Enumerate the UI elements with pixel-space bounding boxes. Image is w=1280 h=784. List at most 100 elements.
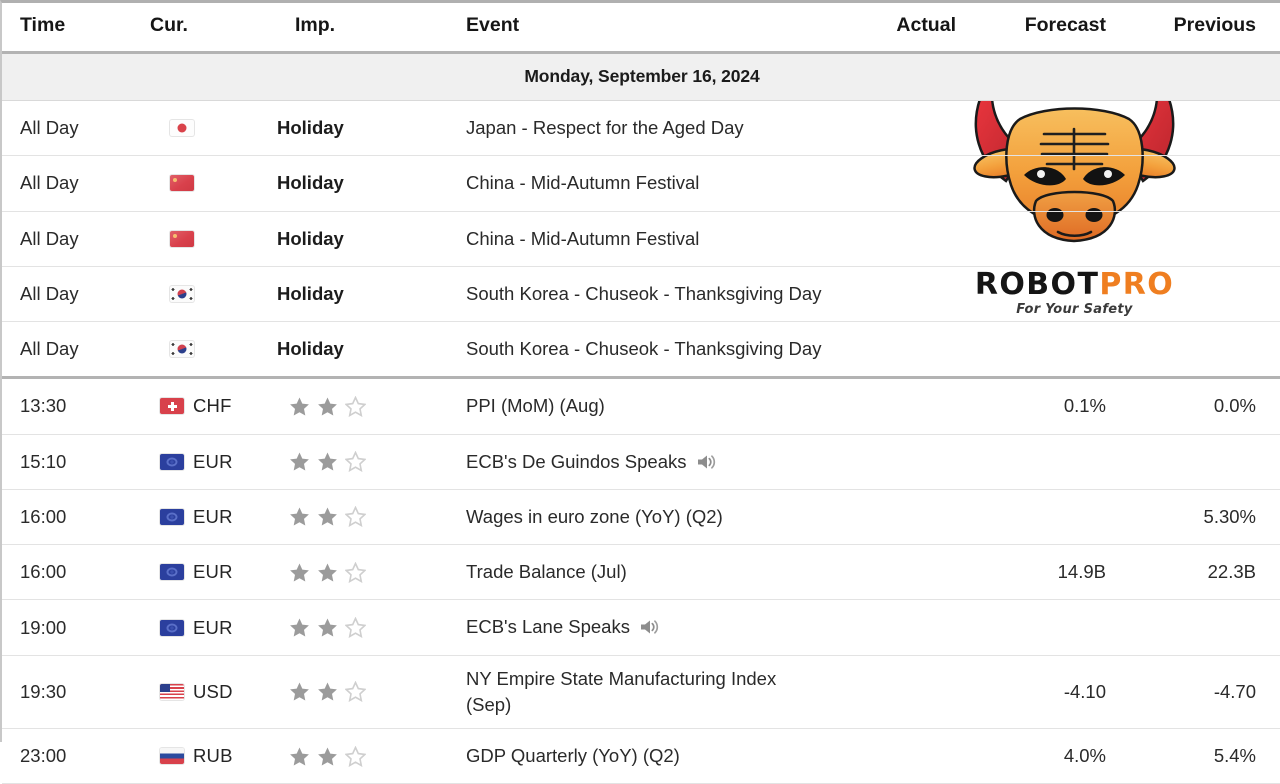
cell-event[interactable]: ECB's Lane Speaks (452, 599, 832, 656)
importance-stars[interactable] (277, 745, 452, 767)
table-row[interactable]: 16:00 EUR Trade Balance (Jul) 14.9B 22.3B (2, 544, 1280, 601)
cell-importance (277, 655, 452, 730)
cell-actual (832, 377, 982, 435)
date-header-label: Monday, September 16, 2024 (2, 52, 1280, 101)
cell-time: 16:00 (2, 489, 132, 546)
column-header-actual[interactable]: Actual (832, 3, 982, 54)
star-filled-icon (290, 507, 309, 526)
cell-importance: Holiday (277, 100, 452, 157)
cell-event[interactable]: South Korea - Chuseok - Thanksgiving Day (452, 321, 832, 380)
cell-previous (1132, 266, 1280, 323)
star-empty-icon (345, 395, 366, 417)
cell-event[interactable]: South Korea - Chuseok - Thanksgiving Day (452, 266, 832, 323)
importance-stars[interactable] (277, 617, 452, 639)
table-row[interactable]: All Day Holiday China - Mid-Autumn Festiva… (2, 155, 1280, 212)
holiday-label: Holiday (277, 338, 344, 360)
cell-time: All Day (2, 155, 132, 212)
importance-stars[interactable] (277, 451, 452, 473)
cell-event[interactable]: GDP Quarterly (YoY) (Q2) (452, 728, 832, 784)
importance-stars[interactable] (277, 681, 452, 703)
star-filled-icon (318, 452, 337, 471)
european-union-flag (160, 564, 184, 581)
header-row: Time Cur. Imp. Event Actual Forecast Pre… (2, 3, 1280, 54)
column-header-currency[interactable]: Cur. (132, 3, 277, 54)
cell-previous (1132, 211, 1280, 267)
cell-event[interactable]: PPI (MoM) (Aug) (452, 377, 832, 435)
cell-actual (832, 544, 982, 601)
column-header-forecast[interactable]: Forecast (982, 3, 1132, 54)
china-flag (170, 230, 194, 247)
cell-time: 19:30 (2, 655, 132, 730)
cell-event[interactable]: NY Empire State Manufacturing Index (Sep… (452, 655, 832, 730)
table-row[interactable]: All Day Holiday Japan - Respect for the Ag… (2, 100, 1280, 157)
cell-actual (832, 599, 982, 656)
table-row[interactable]: All Day Holiday South Korea - Chuseok - Th… (2, 321, 1280, 380)
cell-event[interactable]: Japan - Respect for the Aged Day (452, 100, 832, 157)
star-filled-icon (318, 507, 337, 526)
cell-time: 16:00 (2, 544, 132, 601)
cell-currency: CHF (132, 377, 277, 435)
cell-actual (832, 489, 982, 546)
cell-importance (277, 544, 452, 601)
cell-actual (832, 211, 982, 267)
holiday-label: Holiday (277, 282, 344, 304)
importance-stars[interactable] (277, 395, 452, 417)
table-row[interactable]: 16:00 EUR Wages in euro zone (YoY) (Q2) 5.3… (2, 489, 1280, 546)
cell-importance: Holiday (277, 155, 452, 212)
star-filled-icon (290, 563, 309, 582)
cell-time: 23:00 (2, 728, 132, 784)
cell-event[interactable]: Trade Balance (Jul) (452, 544, 832, 601)
column-header-importance[interactable]: Imp. (277, 3, 452, 54)
cell-event[interactable]: China - Mid-Autumn Festival (452, 155, 832, 212)
cell-previous: 5.4% (1132, 728, 1280, 784)
cell-forecast (982, 489, 1132, 546)
star-filled-icon (318, 397, 337, 416)
table-row[interactable]: All Day Holiday China - Mid-Autumn Festiva… (2, 211, 1280, 267)
cell-event[interactable]: China - Mid-Autumn Festival (452, 211, 832, 267)
table-row[interactable]: 15:10 EUR ECB's De Guindos Speaks (2, 434, 1280, 490)
cell-time: All Day (2, 266, 132, 323)
column-header-time[interactable]: Time (2, 3, 132, 54)
star-empty-icon (345, 561, 366, 583)
cell-previous (1132, 599, 1280, 656)
star-filled-icon (290, 397, 309, 416)
cell-currency: EUR (132, 489, 277, 546)
speaker-icon[interactable] (639, 618, 659, 636)
table-row[interactable]: 19:00 EUR ECB's Lane Speaks (2, 599, 1280, 656)
cell-previous: 0.0% (1132, 377, 1280, 435)
importance-stars[interactable] (277, 506, 452, 528)
column-header-event[interactable]: Event (452, 3, 832, 54)
event-name: ECB's Lane Speaks (466, 616, 630, 638)
cell-forecast (982, 321, 1132, 380)
column-header-previous[interactable]: Previous (1132, 3, 1280, 54)
currency-code: EUR (193, 616, 233, 638)
speaker-icon[interactable] (696, 453, 716, 471)
event-name: NY Empire State Manufacturing Index (Sep… (466, 667, 777, 715)
cell-previous: 22.3B (1132, 544, 1280, 601)
star-filled-icon (290, 682, 309, 701)
table-row[interactable]: 23:00 RUB GDP Quarterly (YoY) (Q2) 4.0% 5.4% (2, 728, 1280, 784)
japan-flag (170, 120, 194, 137)
importance-stars[interactable] (277, 561, 452, 583)
cell-event[interactable]: ECB's De Guindos Speaks (452, 434, 832, 490)
cell-previous (1132, 434, 1280, 490)
cell-previous (1132, 321, 1280, 380)
star-filled-icon (318, 682, 337, 701)
cell-currency: USD (132, 655, 277, 730)
holiday-label: Holiday (277, 117, 344, 139)
cell-importance: Holiday (277, 211, 452, 267)
cell-previous (1132, 155, 1280, 212)
cell-currency: EUR (132, 544, 277, 601)
event-name: ECB's De Guindos Speaks (466, 450, 687, 472)
cell-previous: 5.30% (1132, 489, 1280, 546)
table-row[interactable]: 13:30 CHF PPI (MoM) (Aug) 0.1% 0.0% (2, 377, 1280, 435)
table-row[interactable]: All Day Holiday South Korea - Chuseok - Th… (2, 266, 1280, 323)
star-empty-icon (345, 681, 366, 703)
economic-calendar: ROBOTPRO For Your Safety Time Cur. Imp. … (0, 0, 1280, 784)
event-name: PPI (MoM) (Aug) (466, 395, 605, 417)
cell-event[interactable]: Wages in euro zone (YoY) (Q2) (452, 489, 832, 546)
cell-currency (132, 100, 277, 157)
table-row[interactable]: 19:30 USD NY Empire State Manufacturing In… (2, 655, 1280, 730)
event-name: Japan - Respect for the Aged Day (466, 117, 744, 138)
cell-forecast (982, 266, 1132, 323)
